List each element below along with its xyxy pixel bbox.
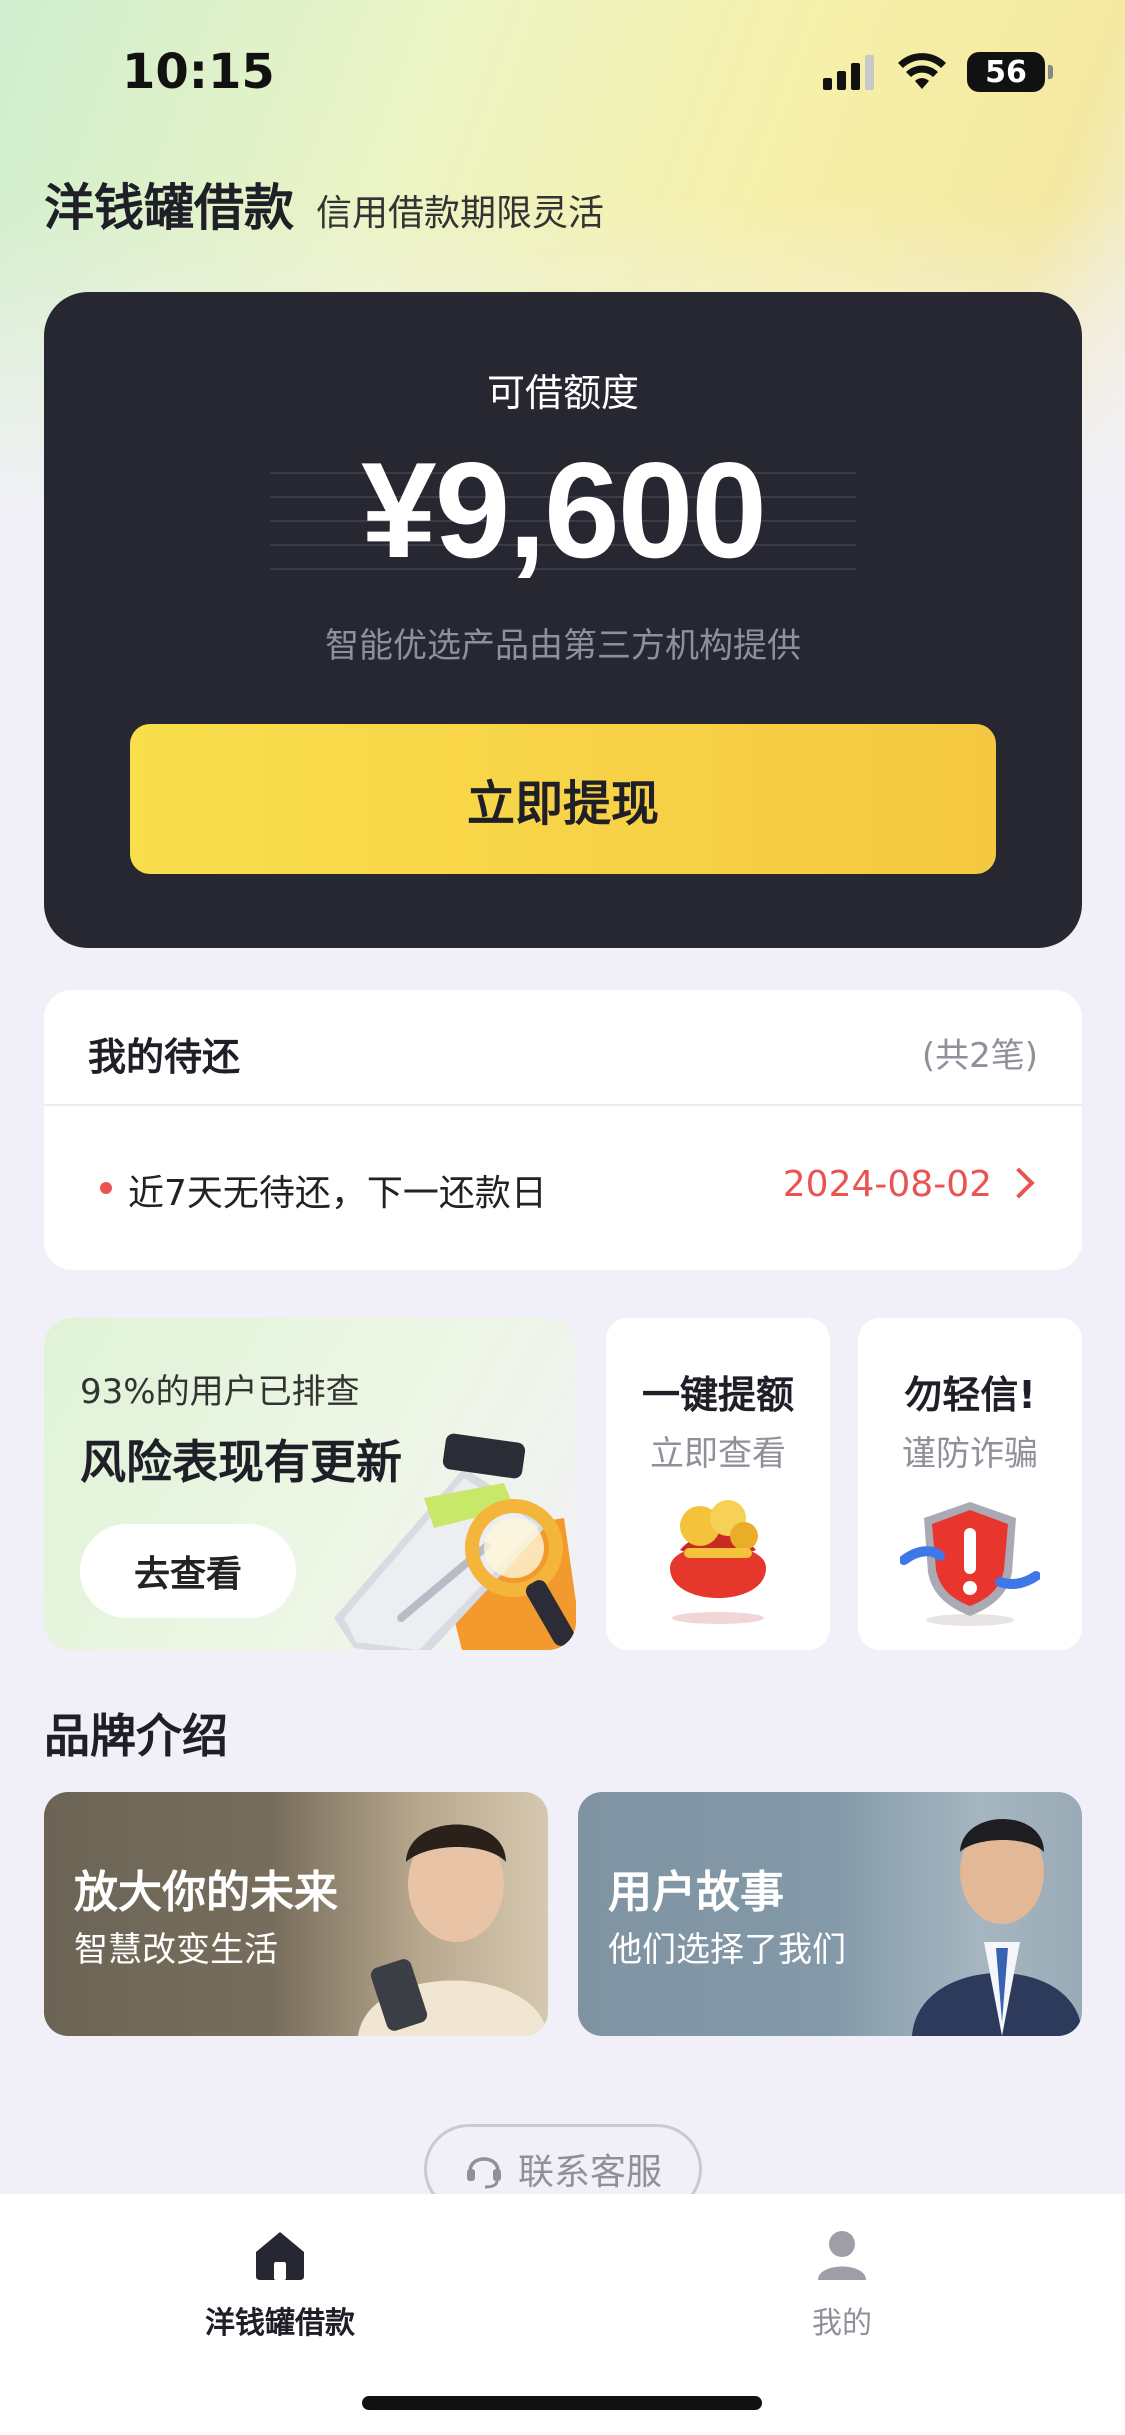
cellular-signal-icon <box>823 55 874 90</box>
anti-fraud-title: 勿轻信! <box>904 1373 1036 1417</box>
risk-update-card[interactable]: 93%的用户已排查 风险表现有更新 去查看 <box>44 1318 576 1650</box>
tab-home-label: 洋钱罐借款 <box>205 2306 355 2341</box>
status-time: 10:15 <box>122 44 275 100</box>
credit-limit-card: 可借额度 ¥9,600 智能优选产品由第三方机构提供 立即提现 <box>44 292 1082 948</box>
tab-home[interactable]: 洋钱罐借款 <box>150 2224 410 2342</box>
person-photo <box>358 1824 548 2036</box>
raise-limit-card[interactable]: 一键提额 立即查看 <box>606 1318 830 1650</box>
repayment-row[interactable]: 近7天无待还，下一还款日 2024-08-02 <box>44 1106 1082 1270</box>
repayment-count: (共2笔) <box>921 1036 1038 1076</box>
money-bag-icon <box>670 1500 766 1624</box>
next-repayment-date: 2024-08-02 <box>782 1164 992 1205</box>
anti-fraud-card[interactable]: 勿轻信! 谨防诈骗 <box>858 1318 1082 1650</box>
repayment-title: 我的待还 <box>88 1035 241 1079</box>
anti-fraud-subtitle: 谨防诈骗 <box>902 1434 1038 1474</box>
tab-mine[interactable]: 我的 <box>712 2224 972 2342</box>
brand-card-subtitle: 智慧改变生活 <box>74 1930 278 1970</box>
user-icon <box>818 2231 866 2280</box>
home-indicator <box>362 2396 762 2410</box>
headset-icon <box>466 2157 501 2189</box>
withdraw-now-button[interactable]: 立即提现 <box>130 724 996 874</box>
credit-limit-amount: ¥9,600 <box>361 434 767 586</box>
chevron-right-icon <box>1003 1167 1035 1199</box>
status-bar: 10:15 56 <box>0 0 1125 150</box>
raise-limit-title: 一键提额 <box>641 1373 794 1417</box>
credit-limit-label: 可借额度 <box>486 371 639 415</box>
wifi-icon <box>898 53 946 89</box>
home-icon <box>256 2232 304 2280</box>
battery-icon: 56 <box>967 52 1053 92</box>
tab-mine-label: 我的 <box>812 2306 872 2341</box>
contact-support-label: 联系客服 <box>517 2152 662 2193</box>
brand-card-user-stories[interactable]: 用户故事 他们选择了我们 <box>578 1792 1082 2036</box>
brand-card-future[interactable]: 放大你的未来 智慧改变生活 <box>44 1792 548 2036</box>
app-title: 洋钱罐借款 <box>44 179 294 237</box>
brand-card-subtitle: 他们选择了我们 <box>608 1930 846 1970</box>
status-dot-icon <box>100 1182 112 1194</box>
shield-warning-icon <box>900 1502 1040 1626</box>
app-header: 洋钱罐借款 信用借款期限灵活 <box>44 168 604 240</box>
brand-section-heading: 品牌介绍 <box>44 1709 228 1763</box>
repayment-status-text: 近7天无待还，下一还款日 <box>128 1173 547 1214</box>
brand-card-title: 用户故事 <box>608 1867 784 1918</box>
raise-limit-subtitle: 立即查看 <box>650 1434 786 1474</box>
view-risk-button[interactable]: 去查看 <box>80 1524 296 1618</box>
clipboard-magnifier-icon <box>334 1433 576 1650</box>
brand-card-title: 放大你的未来 <box>74 1867 338 1918</box>
battery-level: 56 <box>985 54 1027 90</box>
credit-provider-note: 智能优选产品由第三方机构提供 <box>325 626 801 666</box>
repayment-header: 我的待还 (共2笔) <box>44 990 1082 1106</box>
app-subtitle: 信用借款期限灵活 <box>316 193 605 234</box>
status-icons: 56 <box>823 52 1053 92</box>
risk-card-subtitle: 93%的用户已排查 <box>80 1372 360 1412</box>
person-photo <box>912 1819 1082 2036</box>
repayment-card[interactable]: 我的待还 (共2笔) 近7天无待还，下一还款日 2024-08-02 <box>44 990 1082 1270</box>
